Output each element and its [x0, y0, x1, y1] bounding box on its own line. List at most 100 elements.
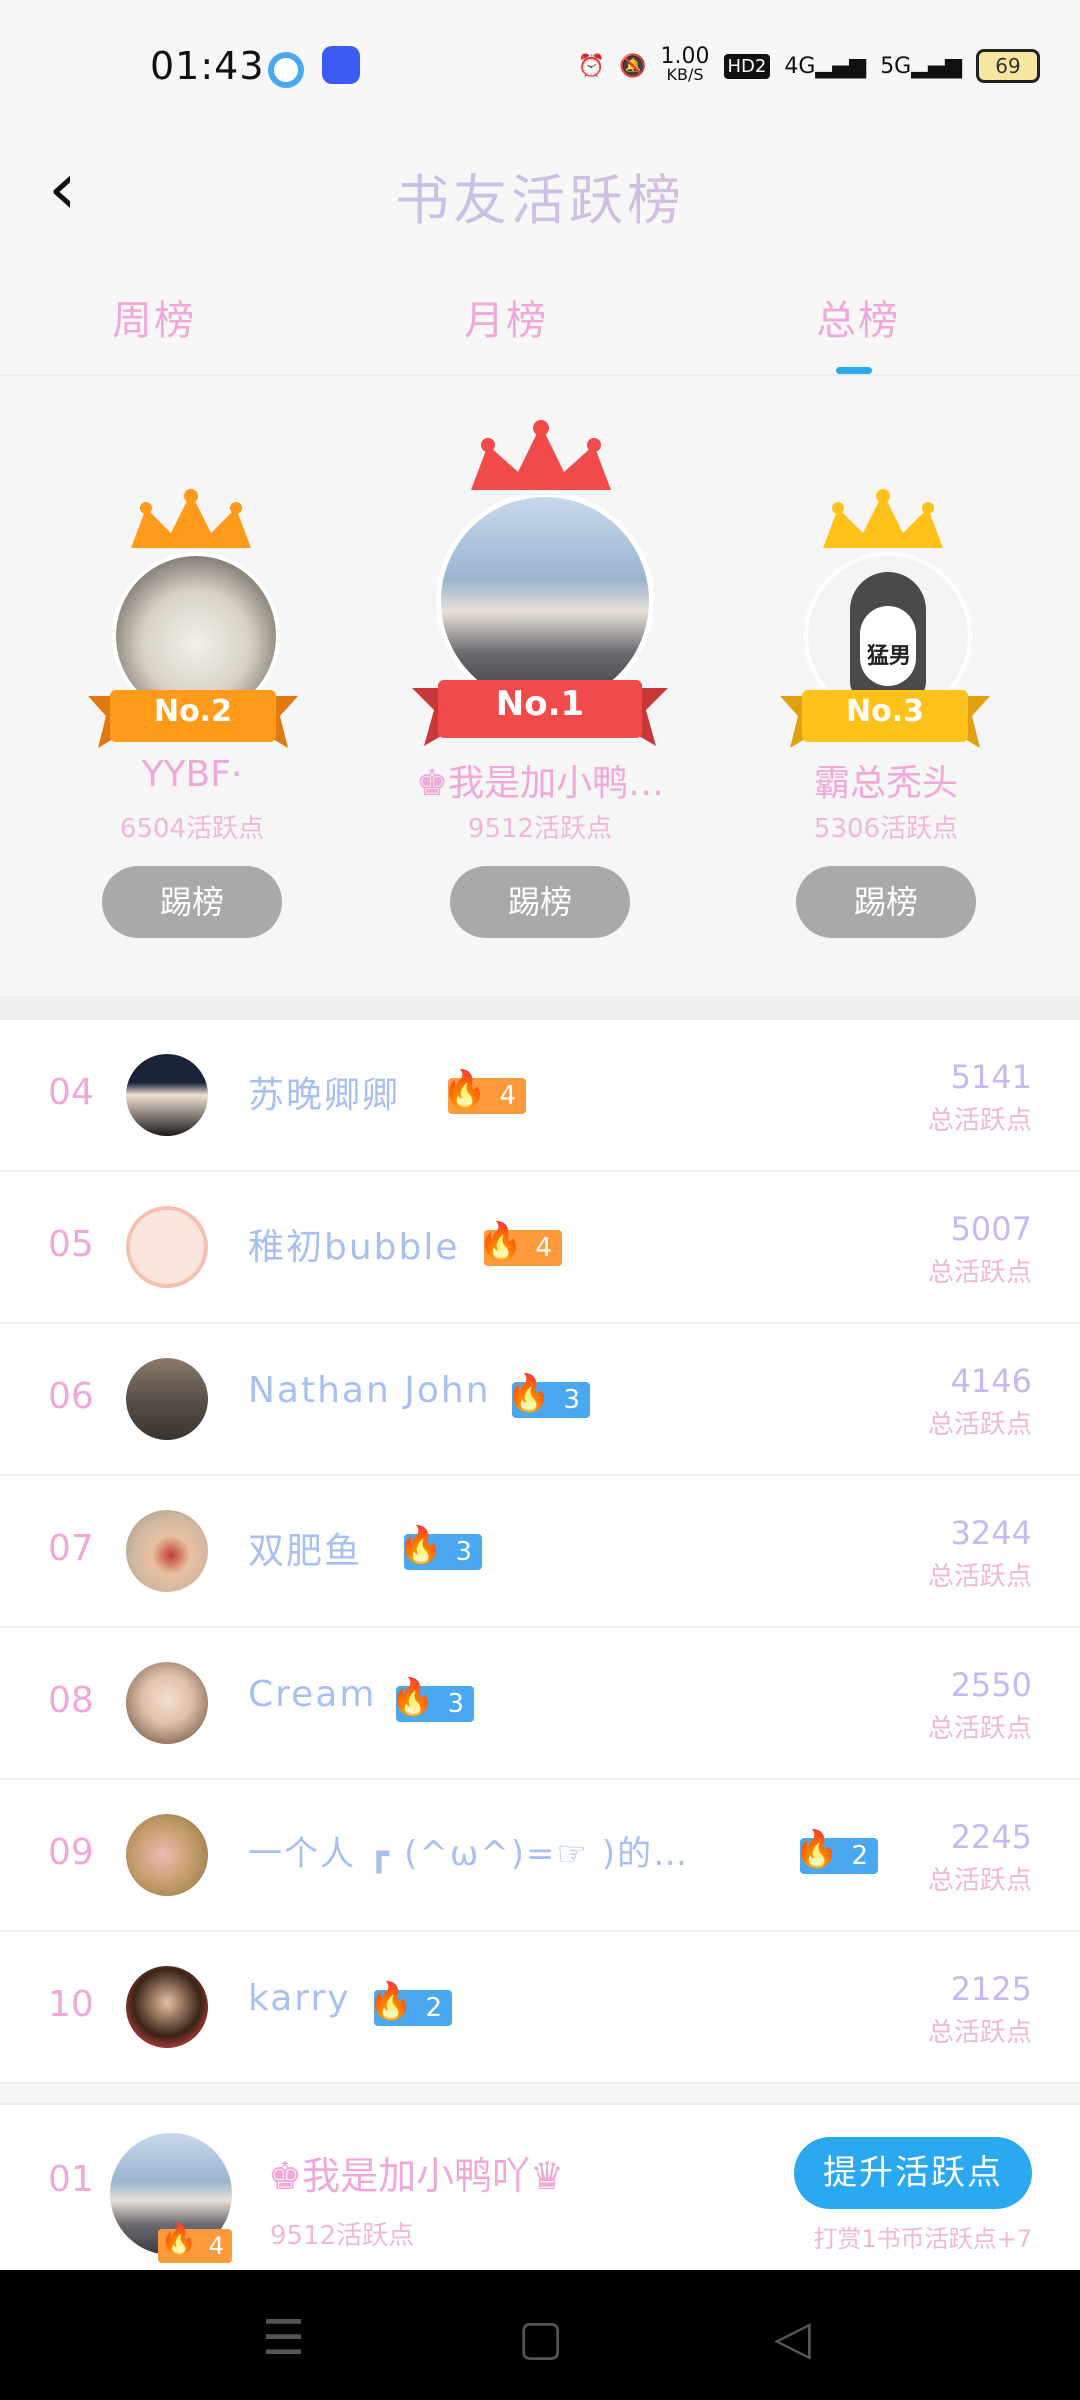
points-value: 2245 — [950, 1818, 1032, 1856]
browser-icon — [268, 52, 304, 88]
signal-4g-icon: 4G▂▄▆ — [784, 53, 867, 79]
podium-name-second: YYBF· — [141, 754, 243, 795]
avatar[interactable] — [126, 1662, 208, 1744]
list-item[interactable]: 05 稚初bubble 🔥 4 5007 总活跃点 — [0, 1172, 1080, 1324]
points-label: 总活跃点 — [927, 1714, 1032, 1744]
section-divider — [0, 996, 1080, 1020]
podium-name-third: 霸总秃头 — [813, 763, 958, 804]
ranking-list: 04 苏晚卿卿 🔥 4 5141 总活跃点 05 稚初bubble 🔥 4 5007… — [0, 1020, 1080, 2084]
flame-icon: 🔥 — [794, 1829, 839, 1870]
podium: No.2 YYBF· 6504活跃点 踢榜 No.1 ♚我是加小鸭… 9512活… — [0, 376, 1080, 996]
status-right: ⏰ 🔕 1.00 KB/S HD2 4G▂▄▆ 5G▂▄▆ 69 — [577, 44, 1040, 84]
activity-level-badge: 🔥 4 — [442, 1072, 526, 1114]
tab-bar: 周榜 月榜 总榜 — [0, 270, 1080, 376]
activity-level-badge: 🔥 2 — [794, 1832, 878, 1874]
net-speed: 1.00 KB/S — [660, 44, 710, 84]
points-label: 总活跃点 — [927, 1258, 1032, 1288]
avatar[interactable] — [126, 1358, 208, 1440]
avatar[interactable] — [126, 1206, 208, 1288]
activity-level-badge: 🔥 3 — [506, 1376, 590, 1418]
points-value: 5141 — [950, 1058, 1032, 1096]
menu-icon[interactable]: ☰ — [262, 2310, 305, 2366]
points-label: 总活跃点 — [927, 1866, 1032, 1896]
boost-activity-button[interactable]: 提升活跃点 — [794, 2137, 1032, 2209]
flame-icon: 🔥 — [160, 2222, 198, 2257]
points-value: 3244 — [950, 1514, 1032, 1552]
avatar[interactable] — [126, 1054, 208, 1136]
signal-5g-icon: 5G▂▄▆ — [880, 53, 962, 79]
user-name: 稚初bubble — [248, 1227, 460, 1268]
list-item[interactable]: 06 Nathan John 🔥 3 4146 总活跃点 — [0, 1324, 1080, 1476]
flame-icon: 🔥 — [368, 1981, 413, 2022]
status-bar: 01:43 ⏰ 🔕 1.00 KB/S HD2 4G▂▄▆ 5G▂▄▆ 69 — [0, 0, 1080, 138]
flame-icon: 🔥 — [398, 1525, 443, 1566]
user-name: Nathan John — [248, 1370, 491, 1411]
tab-total[interactable]: 总榜 — [816, 288, 900, 346]
rank-badge-first: No.1 — [495, 684, 585, 724]
points-label: 总活跃点 — [927, 1106, 1032, 1136]
podium-points-second: 6504活跃点 — [119, 814, 265, 844]
rank-number: 05 — [48, 1224, 94, 1265]
my-activity-level-badge: 🔥 4 — [158, 2223, 232, 2263]
activity-level-badge: 🔥 3 — [390, 1680, 474, 1722]
activity-level-badge: 🔥 3 — [398, 1528, 482, 1570]
list-item[interactable]: 09 一个人 ┏ (^ω^)=☞ )的… 🔥 2 2245 总活跃点 — [0, 1780, 1080, 1932]
my-name: ♚我是加小鸭吖♛ — [268, 2154, 565, 2198]
alarm-icon: ⏰ — [577, 53, 606, 79]
my-points: 9512活跃点 — [270, 2221, 415, 2251]
my-rank-bar: 01 🔥 4 ♚我是加小鸭吖♛ 9512活跃点 提升活跃点 打赏1书币活跃点+7 — [0, 2102, 1080, 2273]
my-rank-number: 01 — [48, 2159, 94, 2200]
flame-icon: 🔥 — [390, 1677, 435, 1718]
rank-number: 08 — [48, 1680, 94, 1721]
list-item[interactable]: 10 karry 🔥 2 2125 总活跃点 — [0, 1932, 1080, 2084]
rank-badge-third: No.3 — [846, 694, 924, 729]
rank-number: 09 — [48, 1832, 94, 1873]
user-name: 一个人 ┏ (^ω^)=☞ )的… — [248, 1834, 690, 1874]
mute-icon: 🔕 — [619, 53, 647, 79]
list-item[interactable]: 07 双肥鱼 🔥 3 3244 总活跃点 — [0, 1476, 1080, 1628]
points-value: 2125 — [950, 1970, 1032, 2008]
points-value: 4146 — [950, 1362, 1032, 1400]
qq-icon — [322, 46, 360, 84]
rank-badge-second: No.2 — [154, 694, 232, 729]
rank-number: 04 — [48, 1072, 94, 1113]
boost-hint: 打赏1书币活跃点+7 — [813, 2225, 1032, 2253]
flame-icon: 🔥 — [478, 1221, 523, 1262]
nav-bar: ‹ 书友活跃榜 — [0, 138, 1080, 248]
podium-points-third: 5306活跃点 — [813, 814, 959, 844]
list-item[interactable]: 08 Cream 🔥 3 2550 总活跃点 — [0, 1628, 1080, 1780]
rank-number: 07 — [48, 1528, 94, 1569]
points-label: 总活跃点 — [927, 1562, 1032, 1592]
avatar[interactable] — [126, 1510, 208, 1592]
rank-number: 06 — [48, 1376, 94, 1417]
podium-name-first: ♚我是加小鸭… — [415, 763, 665, 804]
hd-icon: HD2 — [723, 53, 771, 79]
crown-icon — [823, 489, 943, 548]
system-nav-bar: ☰ ▢ ◁ — [0, 2270, 1080, 2400]
kick-button-third[interactable]: 踢榜 — [796, 866, 976, 938]
page-title: 书友活跃榜 — [0, 156, 1080, 235]
crown-icon — [131, 489, 251, 548]
podium-points-first: 9512活跃点 — [467, 814, 613, 844]
avatar[interactable] — [126, 1966, 208, 2048]
crown-icon — [471, 420, 611, 490]
avatar[interactable] — [126, 1814, 208, 1896]
back-nav-icon[interactable]: ◁ — [774, 2310, 811, 2366]
list-item[interactable]: 04 苏晚卿卿 🔥 4 5141 总活跃点 — [0, 1020, 1080, 1172]
flame-icon: 🔥 — [506, 1373, 551, 1414]
tab-monthly[interactable]: 月榜 — [464, 288, 548, 346]
kick-button-first[interactable]: 踢榜 — [450, 866, 630, 938]
rank-number: 10 — [48, 1984, 94, 2025]
tab-weekly[interactable]: 周榜 — [112, 288, 196, 346]
points-value: 2550 — [950, 1666, 1032, 1704]
user-name: 苏晚卿卿 — [248, 1075, 401, 1116]
points-value: 5007 — [950, 1210, 1032, 1248]
activity-level-badge: 🔥 2 — [368, 1984, 452, 2026]
status-time: 01:43 — [150, 44, 265, 88]
user-name: Cream — [248, 1674, 377, 1715]
kick-button-second[interactable]: 踢榜 — [102, 866, 282, 938]
user-name: karry — [248, 1978, 351, 2019]
home-icon[interactable]: ▢ — [518, 2310, 563, 2366]
battery-icon: 69 — [976, 49, 1040, 83]
tab-indicator — [836, 367, 872, 374]
